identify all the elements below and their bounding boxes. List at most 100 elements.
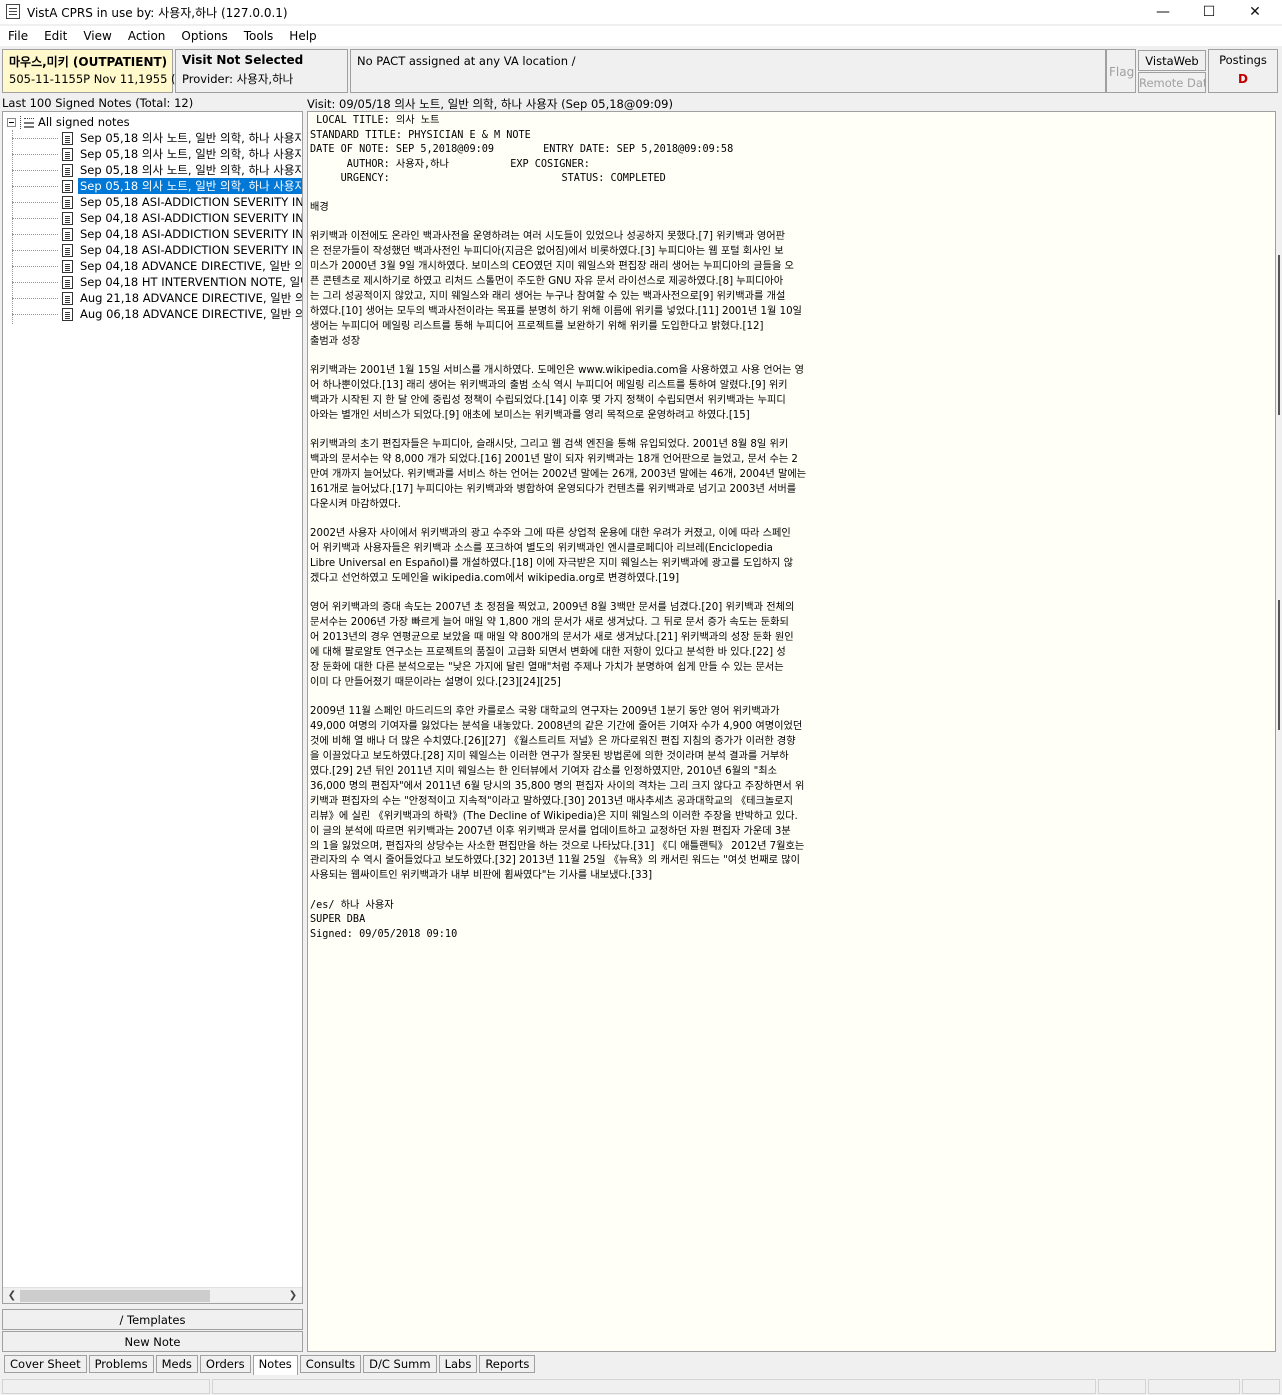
note-list-item-label: Sep 04,18 ASI-ADDICTION SEVERITY INDEX (80, 211, 303, 225)
collapse-icon[interactable] (7, 117, 16, 127)
note-text-area[interactable]: LOCAL TITLE: 의사 노트 STANDARD TITLE: PHYSIC… (307, 111, 1276, 1352)
note-list-item[interactable]: Aug 06,18 ADVANCE DIRECTIVE, 일반 의학, (12, 306, 302, 322)
note-list-item-label: Sep 05,18 의사 노트, 일반 의학, 하나 사용자 (76, 177, 302, 195)
note-header-line: DATE OF NOTE: SEP 5,2018@09:09 ENTRY DAT… (310, 144, 734, 155)
tab-d-c-summ[interactable]: D/C Summ (363, 1355, 437, 1373)
tab-cover-sheet[interactable]: Cover Sheet (4, 1355, 87, 1373)
note-paragraph: 2009년 11월 스페인 마드리드의 후안 카를로스 국왕 대학교의 연구자는… (310, 705, 1270, 884)
note-list-item[interactable]: Sep 05,18 의사 노트, 일반 의학, 하나 사용자 (12, 177, 302, 195)
flag-label: Flag (1109, 65, 1135, 79)
tree-connector (12, 313, 58, 315)
note-line: 다운시켜 마감하였다. (310, 498, 401, 510)
patient-info-button[interactable]: 마우스,미키 (OUTPATIENT) 505-11-1155P Nov 11,… (2, 49, 195, 93)
note-line: 는 그리 성공적이지 않았고, 지미 웨일스와 래리 생어는 누구나 참여할 수… (310, 291, 786, 303)
patient-ssn-dob: 505-11-1155P Nov 11,1955 (62) (9, 72, 195, 86)
note-list-item-label: Sep 04,18 ASI-ADDICTION SEVERITY INDEX (80, 243, 303, 257)
scroll-left-icon[interactable]: ❮ (5, 1289, 19, 1303)
note-signature-line: SUPER DBA (310, 914, 366, 926)
note-list-item-label: Sep 05,18 의사 노트, 일반 의학, 하나 사용자 (80, 131, 303, 145)
menu-bar: File Edit View Action Options Tools Help (0, 26, 1282, 46)
notes-list-header: Last 100 Signed Notes (Total: 12) (2, 96, 194, 110)
tree-horizontal-scrollbar[interactable]: ❮ ❯ (3, 1287, 302, 1303)
note-line: 의 1을 잃었으며, 편집자의 상당수는 사소한 편집만을 하는 것으로 나타났… (310, 840, 805, 852)
chart-tabs: Cover Sheet Problems Meds Orders Notes Consul… (0, 1355, 1282, 1375)
document-icon (62, 195, 73, 209)
note-list-item-label: Sep 05,18 의사 노트, 일반 의학, 하나 사용자 (80, 163, 303, 177)
scroll-thumb[interactable] (20, 1290, 210, 1302)
tab-meds[interactable]: Meds (155, 1355, 198, 1373)
tab-consults[interactable]: Consults (299, 1355, 362, 1373)
note-line: 위키백과의 초기 편집자들은 누피디아, 슬래시닷, 그리고 웹 검색 엔진을 … (310, 439, 789, 451)
menu-edit[interactable]: Edit (36, 26, 75, 46)
new-note-button[interactable]: New Note (2, 1331, 303, 1352)
tab-labs[interactable]: Labs (438, 1355, 478, 1373)
window-title: VistA CPRS in use by: 사용자,하나 (127.0.0.1) (27, 6, 288, 20)
note-header-line: LOCAL TITLE: 의사 노트 (310, 115, 440, 126)
note-list-item[interactable]: Aug 21,18 ADVANCE DIRECTIVE, 일반 의학, (12, 290, 302, 306)
menu-view[interactable]: View (75, 26, 119, 46)
notes-tree[interactable]: All signed notes Sep 05,18 의사 노트, 일반 의학,… (2, 111, 303, 1304)
document-icon (62, 291, 73, 305)
tree-connector (12, 185, 58, 187)
document-icon (62, 227, 73, 241)
document-icon (62, 131, 73, 145)
menu-help[interactable]: Help (281, 26, 324, 46)
note-paragraph: 위키백과는 2001년 1월 15일 서비스를 개시하였다. 도메인은 www.… (310, 364, 1270, 424)
app-icon (6, 4, 20, 19)
tab-reports[interactable]: Reports (479, 1355, 536, 1373)
tree-connector (12, 281, 58, 283)
flag-button[interactable]: Flag (1106, 49, 1136, 93)
maximize-button[interactable]: ☐ (1186, 0, 1232, 24)
note-list-item[interactable]: Sep 05,18 의사 노트, 일반 의학, 하나 사용자 (12, 130, 303, 146)
close-button[interactable]: ✕ (1232, 0, 1278, 24)
note-list-item[interactable]: Sep 04,18 HT INTERVENTION NOTE, 일반 의 (12, 274, 303, 290)
document-icon (62, 307, 73, 321)
note-list-item[interactable]: Sep 05,18 ASI-ADDICTION SEVERITY INDEX (12, 194, 302, 210)
templates-button[interactable]: / Templates (2, 1309, 303, 1330)
note-line: 위키백과는 2001년 1월 15일 서비스를 개시하였다. 도메인은 www.… (310, 365, 804, 377)
note-list-item[interactable]: Sep 04,18 ASI-ADDICTION SEVERITY INDEX (12, 242, 303, 258)
scroll-right-icon[interactable]: ❯ (286, 1289, 300, 1303)
note-list-item[interactable]: Sep 04,18 ASI-ADDICTION SEVERITY INDEX (12, 226, 302, 242)
note-line: 161개로 늘어났다.[17] 누피디아는 위키백과와 병합하여 운영되다가 컨… (310, 484, 797, 495)
tab-problems[interactable]: Problems (88, 1355, 154, 1373)
vistaweb-button[interactable]: VistaWeb (1138, 50, 1206, 71)
menu-tools[interactable]: Tools (236, 26, 282, 46)
note-line: 겠다고 선언하였고 도메인을 wikipedia.com에서 wikipedia… (310, 573, 680, 585)
note-line: 픈 콘텐츠로 제시하기로 하였고 리처드 스톨먼이 주도한 GNU 자유 문서 … (310, 276, 784, 288)
tab-orders[interactable]: Orders (199, 1355, 251, 1373)
note-list-item[interactable]: Sep 05,18 의사 노트, 일반 의학, 하나 사용자 (12, 146, 302, 162)
title-bar: VistA CPRS in use by: 사용자,하나 (127.0.0.1)… (0, 0, 1282, 24)
tree-root-all-signed-notes[interactable]: All signed notes (7, 114, 130, 130)
menu-options[interactable]: Options (173, 26, 235, 46)
note-line: 문서수는 2006년 가장 빠르게 늘어 매일 약 1,800 개의 문서가 새… (310, 617, 789, 629)
visit-info-button[interactable]: Visit Not Selected Provider: 사용자,하나 (175, 49, 348, 93)
tree-connector (12, 265, 58, 267)
note-line: 이미 다 만들어졌기 때문이라는 설명이 있다.[23][24][25] (310, 676, 561, 688)
postings-code: D (1238, 72, 1248, 86)
menu-action[interactable]: Action (120, 26, 174, 46)
note-line: 장 둔화에 대한 다른 분석으로는 "낮은 가지에 달린 열매"처럼 주제나 가… (310, 662, 784, 674)
tree-connector (12, 169, 58, 171)
remote-data-button[interactable]: Remote Data (1138, 72, 1206, 93)
document-icon (62, 275, 73, 289)
note-list-item-label: Sep 04,18 ADVANCE DIRECTIVE, 일반 의학, (80, 259, 303, 273)
document-icon (62, 211, 73, 225)
note-list-item-label: Sep 04,18 HT INTERVENTION NOTE, 일반 의 (80, 275, 303, 289)
note-line: 생어는 누피디어 메일링 리스트를 통해 누피디어 프로젝트를 보완하기 위해 … (310, 320, 764, 332)
postings-button[interactable]: Postings D (1208, 49, 1278, 93)
document-icon (62, 259, 73, 273)
note-paragraph: 영어 위키백과의 증대 속도는 2007년 초 정점을 찍었고, 2009년 8… (310, 601, 1270, 690)
status-segment (2, 1379, 210, 1394)
document-icon (62, 243, 73, 257)
pact-info-button[interactable]: No PACT assigned at any VA location / (350, 49, 1106, 93)
note-list-item[interactable]: Sep 05,18 의사 노트, 일반 의학, 하나 사용자 (12, 162, 303, 178)
tab-notes[interactable]: Notes (252, 1355, 298, 1375)
note-visit-header: Visit: 09/05/18 의사 노트, 일반 의학, 하나 사용자 (Se… (307, 97, 673, 111)
menu-file[interactable]: File (0, 26, 36, 46)
minimize-button[interactable]: — (1140, 0, 1186, 24)
note-list-item[interactable]: Sep 04,18 ADVANCE DIRECTIVE, 일반 의학, (12, 258, 303, 274)
note-line: 미스가 2000년 3월 9일 개시하였다. 보미스의 CEO였던 지미 웨일스… (310, 261, 794, 273)
note-line: 은 전문가들이 작성했던 백과사전인 누피디아(지금은 없어짐)에서 비롯하였다… (310, 246, 784, 258)
note-list-item[interactable]: Sep 04,18 ASI-ADDICTION SEVERITY INDEX (12, 210, 303, 226)
